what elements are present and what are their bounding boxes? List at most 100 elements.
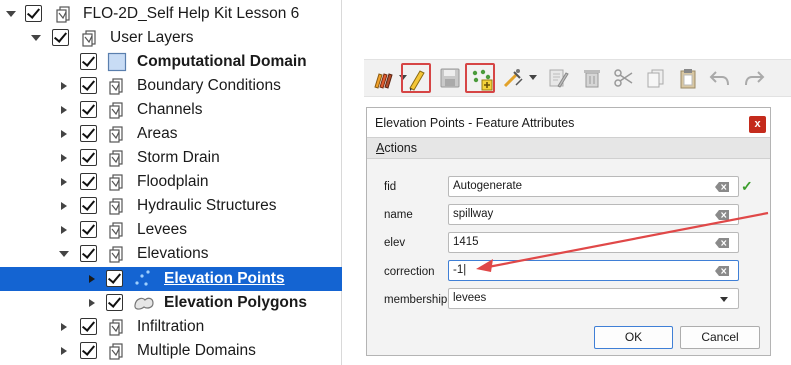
close-button[interactable]: x bbox=[749, 116, 766, 133]
layer-group-icon bbox=[54, 4, 74, 24]
tree-item-label: Elevation Polygons bbox=[164, 294, 307, 311]
pencil-styles-button[interactable] bbox=[369, 63, 407, 93]
expand-arrow-icon[interactable] bbox=[61, 226, 67, 234]
layer-checkbox[interactable] bbox=[80, 197, 97, 214]
expand-arrow-icon[interactable] bbox=[61, 130, 67, 138]
digitizing-toolbar bbox=[364, 59, 791, 97]
tree-row-elevation-points[interactable]: Elevation Points bbox=[0, 267, 342, 291]
tree-row-computational-domain[interactable]: Computational Domain bbox=[0, 50, 342, 74]
layer-checkbox[interactable] bbox=[80, 77, 97, 94]
collapse-arrow-icon[interactable] bbox=[31, 35, 41, 41]
tree-row-infiltration[interactable]: Infiltration bbox=[0, 315, 342, 339]
ok-button[interactable]: OK bbox=[594, 326, 673, 349]
tree-row-group-lesson[interactable]: FLO-2D_Self Help Kit Lesson 6 bbox=[0, 2, 342, 26]
undo-button[interactable] bbox=[705, 63, 735, 93]
expand-arrow-icon[interactable] bbox=[61, 202, 67, 210]
actions-menu[interactable]: Actions bbox=[376, 141, 417, 155]
copy-features-button[interactable] bbox=[641, 63, 671, 93]
layer-group-icon bbox=[107, 220, 127, 240]
elev-field[interactable]: 1415 bbox=[448, 232, 739, 253]
expand-arrow-icon[interactable] bbox=[61, 178, 67, 186]
tree-row-floodplain[interactable]: Floodplain bbox=[0, 170, 342, 194]
clear-icon[interactable] bbox=[715, 266, 729, 276]
layer-checkbox[interactable] bbox=[25, 5, 42, 22]
vertex-tool-button[interactable] bbox=[499, 63, 537, 93]
membership-select[interactable]: levees bbox=[448, 288, 739, 309]
name-field[interactable]: spillway bbox=[448, 204, 739, 225]
layer-checkbox[interactable] bbox=[80, 342, 97, 359]
tree-row-elevations[interactable]: Elevations bbox=[0, 242, 342, 266]
collapse-arrow-icon[interactable] bbox=[59, 251, 69, 257]
cut-features-button[interactable] bbox=[609, 63, 639, 93]
modify-attributes-button[interactable] bbox=[543, 63, 573, 93]
modify-attributes-icon bbox=[549, 69, 569, 88]
correction-field[interactable]: -1| bbox=[448, 260, 739, 281]
layer-checkbox[interactable] bbox=[80, 318, 97, 335]
tree-row-multiple-domains[interactable]: Multiple Domains bbox=[0, 339, 342, 363]
elev-value: 1415 bbox=[453, 236, 479, 248]
clear-icon[interactable] bbox=[715, 238, 729, 248]
clear-icon[interactable] bbox=[715, 182, 729, 192]
layer-checkbox[interactable] bbox=[80, 101, 97, 118]
field-label-name: name bbox=[384, 209, 413, 221]
layer-checkbox[interactable] bbox=[80, 245, 97, 262]
tree-item-label: Elevations bbox=[137, 245, 209, 262]
layer-checkbox[interactable] bbox=[80, 173, 97, 190]
layer-group-icon bbox=[107, 317, 127, 337]
tree-row-storm-drain[interactable]: Storm Drain bbox=[0, 146, 342, 170]
tree-item-label: Channels bbox=[137, 101, 203, 118]
tree-row-hydraulic-structures[interactable]: Hydraulic Structures bbox=[0, 194, 342, 218]
tree-item-label: Storm Drain bbox=[137, 149, 220, 166]
tree-item-label: Areas bbox=[137, 125, 178, 142]
expand-arrow-icon[interactable] bbox=[61, 106, 67, 114]
toggle-editing-button[interactable] bbox=[401, 63, 431, 93]
tree-item-label: User Layers bbox=[110, 29, 194, 46]
dialog-title-bar[interactable]: Elevation Points - Feature Attributes x bbox=[367, 108, 770, 137]
dropdown-arrow-icon[interactable] bbox=[529, 75, 537, 80]
layer-checkbox[interactable] bbox=[80, 53, 97, 70]
paste-features-button[interactable] bbox=[673, 63, 703, 93]
vertex-tool-icon bbox=[503, 69, 523, 88]
paste-features-icon bbox=[680, 69, 696, 89]
undo-icon bbox=[709, 71, 729, 86]
tree-item-label: Computational Domain bbox=[137, 53, 307, 70]
layer-checkbox[interactable] bbox=[80, 221, 97, 238]
tree-row-elevation-polygons[interactable]: Elevation Polygons bbox=[0, 291, 342, 315]
save-edits-button[interactable] bbox=[435, 63, 465, 93]
expand-arrow-icon[interactable] bbox=[61, 323, 67, 331]
layer-checkbox[interactable] bbox=[80, 149, 97, 166]
tree-row-channels[interactable]: Channels bbox=[0, 98, 342, 122]
tree-row-user-layers[interactable]: User Layers bbox=[0, 26, 342, 50]
layer-checkbox[interactable] bbox=[106, 270, 123, 287]
tree-row-areas[interactable]: Areas bbox=[0, 122, 342, 146]
tree-item-label: Floodplain bbox=[137, 173, 209, 190]
tree-item-label: FLO-2D_Self Help Kit Lesson 6 bbox=[83, 5, 300, 22]
cancel-button[interactable]: Cancel bbox=[680, 326, 760, 349]
layers-panel: FLO-2D_Self Help Kit Lesson 6 User Layer… bbox=[0, 0, 342, 365]
layer-checkbox[interactable] bbox=[106, 294, 123, 311]
expand-arrow-icon[interactable] bbox=[61, 82, 67, 90]
layer-group-icon bbox=[80, 28, 100, 48]
layer-group-icon bbox=[107, 341, 127, 361]
field-label-fid: fid bbox=[384, 181, 397, 193]
valid-check-icon: ✓ bbox=[741, 178, 753, 194]
field-label-elev: elev bbox=[384, 237, 406, 249]
tree-item-label: Hydraulic Structures bbox=[137, 197, 277, 214]
dialog-title: Elevation Points - Feature Attributes bbox=[375, 116, 575, 130]
tree-row-boundary-conditions[interactable]: Boundary Conditions bbox=[0, 74, 342, 98]
layer-checkbox[interactable] bbox=[52, 29, 69, 46]
collapse-arrow-icon[interactable] bbox=[6, 11, 16, 17]
tree-row-levees[interactable]: Levees bbox=[0, 218, 342, 242]
layer-group-icon bbox=[107, 196, 127, 216]
redo-button[interactable] bbox=[739, 63, 769, 93]
fid-field[interactable]: Autogenerate bbox=[448, 176, 739, 197]
add-point-feature-button[interactable] bbox=[465, 63, 495, 93]
expand-arrow-icon[interactable] bbox=[61, 347, 67, 355]
expand-arrow-icon[interactable] bbox=[89, 299, 95, 307]
layer-checkbox[interactable] bbox=[80, 125, 97, 142]
expand-arrow-icon[interactable] bbox=[61, 154, 67, 162]
delete-selected-button[interactable] bbox=[577, 63, 607, 93]
expand-arrow-icon[interactable] bbox=[89, 275, 95, 283]
cut-features-icon bbox=[614, 69, 633, 87]
clear-icon[interactable] bbox=[715, 210, 729, 220]
